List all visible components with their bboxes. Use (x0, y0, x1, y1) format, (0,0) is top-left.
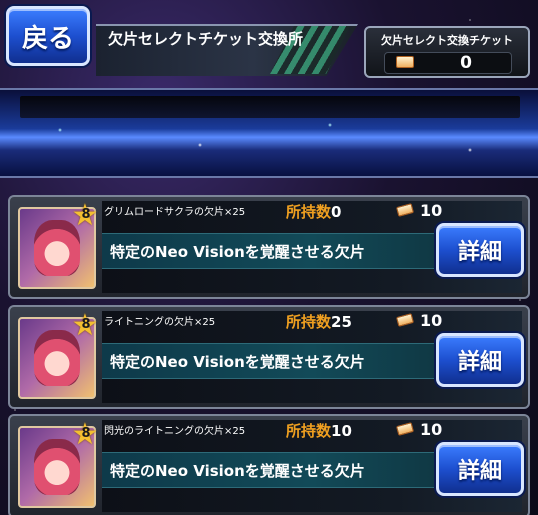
owned-label: 所持数 (286, 313, 332, 331)
detail-button[interactable]: 詳細 (436, 223, 524, 277)
owned-label: 所持数 (286, 422, 332, 440)
ticket-icon (396, 56, 414, 68)
owned-value: 0 (331, 203, 342, 221)
owned-count: 所持数0 (286, 201, 341, 222)
detail-button[interactable]: 詳細 (436, 333, 524, 387)
item-name: 閃光のライトニングの欠片×25 (104, 426, 246, 437)
ticket-count-value: 0 (460, 53, 472, 73)
rarity-number: 8 (81, 426, 91, 441)
item-name: グリムロードサクラの欠片×25 (104, 207, 246, 218)
exchange-item-row: ★ 8 ライトニングの欠片×25 所持数25 10 特定のNeo Visionを… (8, 305, 530, 409)
back-button[interactable]: 戻る (6, 6, 90, 66)
owned-value: 25 (331, 313, 352, 331)
exchange-item-row: ★ 8 グリムロードサクラの欠片×25 所持数0 10 特定のNeo Visio… (8, 195, 530, 299)
banner-dark-band (20, 96, 520, 118)
item-description: 特定のNeo Visionを覚醒させる欠片 (110, 243, 365, 261)
owned-value: 10 (331, 422, 352, 440)
detail-button[interactable]: 詳細 (436, 442, 524, 496)
ticket-cost: 10 (420, 201, 443, 220)
owned-label: 所持数 (286, 203, 332, 221)
ticket-counter-label: 欠片セレクト交換チケット (381, 34, 513, 47)
rarity-number: 8 (81, 207, 91, 222)
rarity-number: 8 (81, 317, 91, 332)
item-description: 特定のNeo Visionを覚醒させる欠片 (110, 462, 365, 480)
ticket-counter: 欠片セレクト交換チケット 0 (364, 26, 530, 78)
item-description: 特定のNeo Visionを覚醒させる欠片 (110, 353, 365, 371)
owned-count: 所持数10 (286, 420, 352, 441)
item-name: ライトニングの欠片×25 (104, 317, 216, 328)
ticket-cost: 10 (420, 311, 443, 330)
ticket-cost: 10 (420, 420, 443, 439)
exchange-item-row: ★ 8 閃光のライトニングの欠片×25 所持数10 10 特定のNeo Visi… (8, 414, 530, 515)
page-title: 欠片セレクトチケット交換所 (108, 30, 304, 48)
owned-count: 所持数25 (286, 311, 352, 332)
